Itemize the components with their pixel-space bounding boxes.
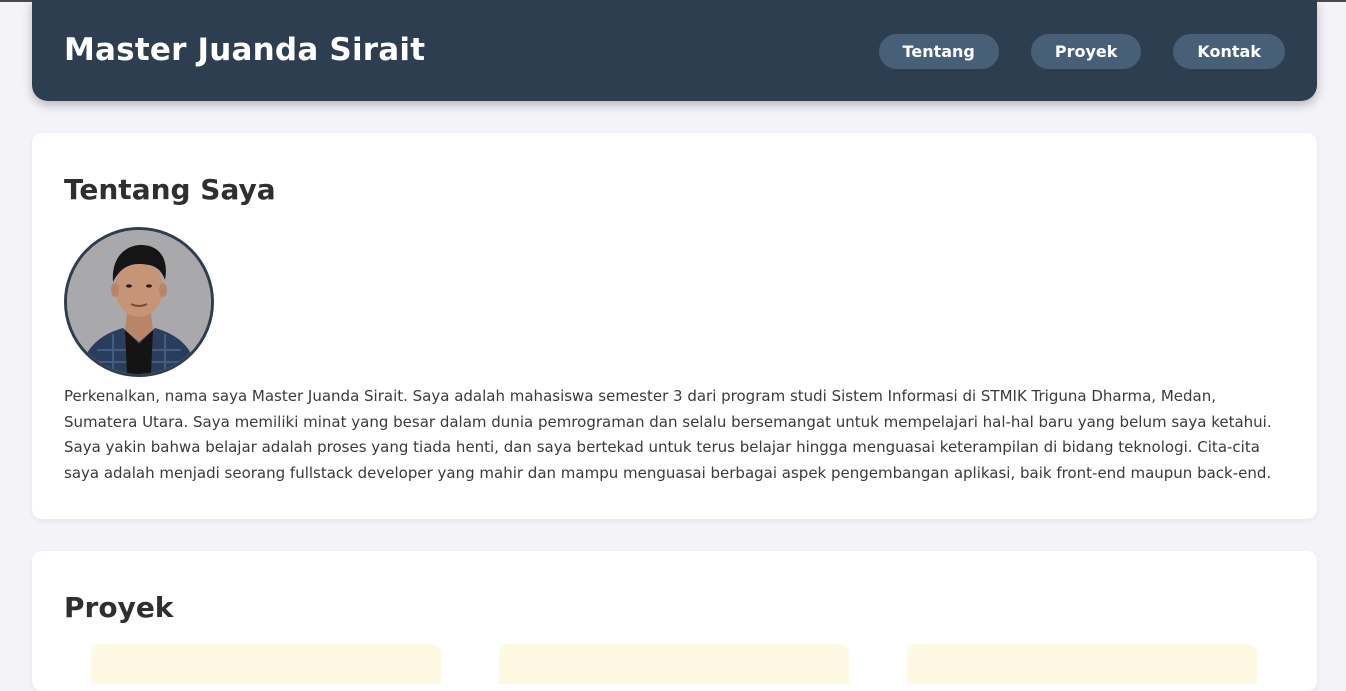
nav-tentang-button[interactable]: Tentang: [878, 34, 999, 69]
about-title: Tentang Saya: [64, 173, 276, 206]
nav-kontak-button[interactable]: Kontak: [1173, 34, 1285, 69]
projects-section: Proyek: [32, 551, 1317, 691]
person-portrait-icon: [67, 230, 211, 374]
site-title: Master Juanda Sirait: [64, 32, 426, 68]
site-header: Master Juanda Sirait Tentang Proyek Kont…: [32, 0, 1317, 101]
about-section: Tentang Saya Perkenalkan, nama saya Mast…: [32, 133, 1317, 519]
projects-title: Proyek: [64, 591, 174, 624]
about-description: Perkenalkan, nama saya Master Juanda Sir…: [64, 387, 1272, 482]
main-nav: Tentang Proyek Kontak: [878, 34, 1285, 69]
project-card[interactable]: [91, 644, 441, 684]
profile-photo: [64, 227, 214, 377]
project-card[interactable]: [499, 644, 849, 684]
project-card[interactable]: [907, 644, 1257, 684]
nav-proyek-button[interactable]: Proyek: [1030, 34, 1142, 69]
